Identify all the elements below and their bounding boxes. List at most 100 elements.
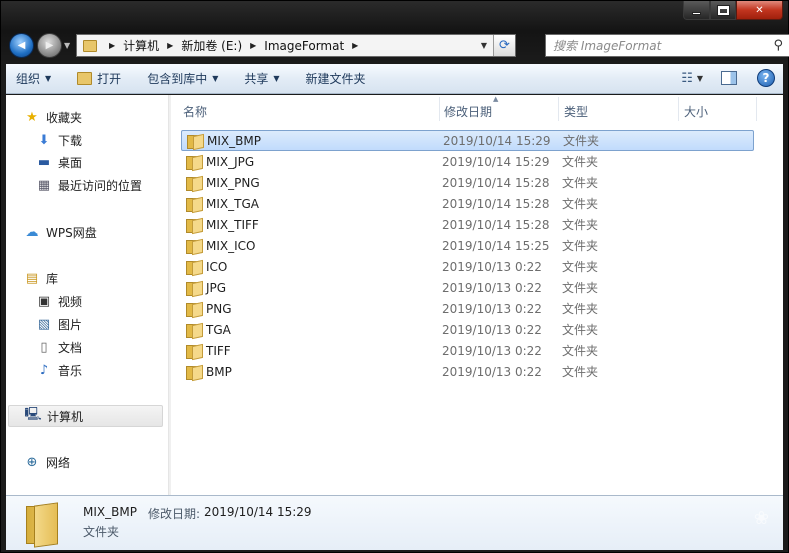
address-bar[interactable]: ▶ 计算机 ▶ 新加卷 (E:) ▶ ImageFormat ▶ ▼ ⟳ [76, 34, 516, 57]
organize-menu[interactable]: 组织 ▼ [16, 70, 51, 87]
sidebar-item-label: WPS网盘 [46, 225, 97, 240]
file-type: 文件夹 [562, 323, 599, 337]
sidebar-item-downloads[interactable]: ⬇ 下载 [36, 130, 82, 150]
table-row[interactable]: MIX_TGA 2019/10/14 15:28 文件夹 [181, 193, 754, 214]
picture-icon: ▧ [37, 316, 51, 332]
table-row[interactable]: TIFF 2019/10/13 0:22 文件夹 [181, 340, 754, 361]
forward-button[interactable]: ▶ [37, 33, 62, 58]
recent-pages-dropdown-icon[interactable]: ▼ [64, 41, 70, 50]
address-dropdown-icon[interactable]: ▼ [475, 41, 493, 50]
column-header-name[interactable]: 名称 [183, 103, 207, 120]
back-arrow-icon: ◀ [17, 40, 26, 51]
folder-icon [186, 197, 202, 212]
column-header-type[interactable]: 类型 [564, 103, 588, 120]
table-row[interactable]: ICO 2019/10/13 0:22 文件夹 [181, 256, 754, 277]
sort-ascending-icon: ▲ [493, 95, 499, 103]
file-date: 2019/10/13 0:22 [442, 343, 542, 358]
column-divider[interactable] [558, 97, 559, 121]
breadcrumb-computer[interactable]: 计算机 [123, 37, 159, 54]
sidebar-item-favorites[interactable]: ★ 收藏夹 [24, 107, 82, 127]
close-button[interactable]: ✕ [736, 1, 783, 20]
close-icon: ✕ [755, 4, 764, 16]
forward-arrow-icon: ▶ [45, 40, 54, 51]
file-type: 文件夹 [562, 218, 599, 232]
pane-splitter[interactable] [168, 95, 171, 495]
column-divider[interactable] [678, 97, 679, 121]
include-in-library-menu[interactable]: 包含到库中 ▼ [147, 70, 218, 87]
sidebar-item-libraries[interactable]: ▤ 库 [24, 268, 58, 288]
file-name: ICO [206, 259, 228, 274]
open-label: 打开 [97, 72, 122, 86]
breadcrumb-imageformat[interactable]: ImageFormat [264, 39, 344, 53]
sidebar-item-music[interactable]: ♪ 音乐 [36, 360, 82, 380]
file-name: JPG [206, 280, 227, 295]
maximize-button[interactable] [710, 1, 736, 20]
navigation-pane: ★ 收藏夹 ⬇ 下载 ▬ 桌面 ▦ 最近访问的位置 ☁ WPS网盘 ▤ 库 ▣ … [6, 95, 168, 495]
column-divider[interactable] [439, 97, 440, 121]
table-row[interactable]: JPG 2019/10/13 0:22 文件夹 [181, 277, 754, 298]
table-row[interactable]: MIX_PNG 2019/10/14 15:28 文件夹 [181, 172, 754, 193]
sidebar-item-label: 收藏夹 [46, 110, 83, 125]
new-folder-button[interactable]: 新建文件夹 [306, 70, 366, 87]
search-box[interactable]: 搜索 ImageFormat ⚲ [545, 34, 789, 57]
sidebar-item-computer[interactable]: 🖳 计算机 [8, 405, 163, 427]
folder-icon [186, 323, 202, 338]
folder-icon [186, 218, 202, 233]
folder-icon [186, 302, 202, 317]
details-file-name: MIX_BMP [83, 505, 137, 519]
file-name: MIX_ICO [206, 238, 256, 253]
table-row[interactable]: MIX_TIFF 2019/10/14 15:28 文件夹 [181, 214, 754, 235]
sidebar-item-wps-drive[interactable]: ☁ WPS网盘 [24, 222, 97, 242]
view-options-icon[interactable]: ☷ [681, 71, 693, 86]
folder-large-icon [24, 500, 64, 548]
help-icon[interactable]: ? [757, 69, 775, 87]
sidebar-item-desktop[interactable]: ▬ 桌面 [36, 152, 82, 172]
network-icon: ⊕ [26, 454, 38, 470]
organize-label: 组织 [16, 72, 41, 86]
table-row[interactable]: MIX_BMP 2019/10/14 15:29 文件夹 [181, 130, 754, 151]
sidebar-item-videos[interactable]: ▣ 视频 [36, 291, 82, 311]
sidebar-item-label: 音乐 [58, 363, 83, 378]
column-header-size[interactable]: 大小 [684, 103, 708, 120]
chevron-right-icon[interactable]: ▶ [250, 41, 256, 50]
chevron-right-icon[interactable]: ▶ [167, 41, 173, 50]
share-menu[interactable]: 共享 ▼ [244, 70, 279, 87]
maximize-icon [716, 4, 730, 16]
table-row[interactable]: MIX_JPG 2019/10/14 15:29 文件夹 [181, 151, 754, 172]
folder-icon [186, 365, 202, 380]
open-icon [77, 72, 93, 85]
chevron-right-icon[interactable]: ▶ [109, 41, 115, 50]
search-input[interactable]: 搜索 ImageFormat [553, 37, 661, 54]
open-button[interactable]: 打开 [77, 70, 121, 87]
sidebar-item-documents[interactable]: ▯ 文档 [36, 337, 82, 357]
file-type: 文件夹 [562, 365, 599, 379]
table-row[interactable]: BMP 2019/10/13 0:22 文件夹 [181, 361, 754, 382]
column-divider[interactable] [756, 97, 757, 121]
file-type: 文件夹 [562, 155, 599, 169]
refresh-button[interactable]: ⟳ [493, 35, 515, 56]
file-type: 文件夹 [562, 302, 599, 316]
file-type: 文件夹 [562, 344, 599, 358]
sidebar-item-network[interactable]: ⊕ 网络 [24, 452, 70, 472]
file-name: MIX_JPG [206, 154, 255, 169]
sidebar-item-recent-places[interactable]: ▦ 最近访问的位置 [36, 175, 142, 195]
file-type: 文件夹 [562, 239, 599, 253]
sidebar-item-pictures[interactable]: ▧ 图片 [36, 314, 82, 334]
file-date: 2019/10/14 15:28 [442, 175, 550, 190]
table-row[interactable]: TGA 2019/10/13 0:22 文件夹 [181, 319, 754, 340]
breadcrumb-drive[interactable]: 新加卷 (E:) [181, 37, 242, 54]
minimize-button[interactable] [683, 1, 710, 20]
column-header-date[interactable]: 修改日期 [444, 103, 492, 120]
folder-icon [186, 176, 202, 191]
chevron-right-icon[interactable]: ▶ [352, 41, 358, 50]
table-row[interactable]: MIX_ICO 2019/10/14 15:25 文件夹 [181, 235, 754, 256]
back-button[interactable]: ◀ [9, 33, 34, 58]
file-name: MIX_BMP [207, 133, 261, 148]
content-area: ★ 收藏夹 ⬇ 下载 ▬ 桌面 ▦ 最近访问的位置 ☁ WPS网盘 ▤ 库 ▣ … [6, 95, 783, 495]
table-row[interactable]: PNG 2019/10/13 0:22 文件夹 [181, 298, 754, 319]
chevron-down-icon[interactable]: ▼ [697, 74, 703, 83]
file-date: 2019/10/13 0:22 [442, 280, 542, 295]
preview-pane-icon[interactable] [721, 71, 737, 85]
search-icon[interactable]: ⚲ [773, 38, 783, 53]
new-folder-label: 新建文件夹 [305, 72, 366, 86]
